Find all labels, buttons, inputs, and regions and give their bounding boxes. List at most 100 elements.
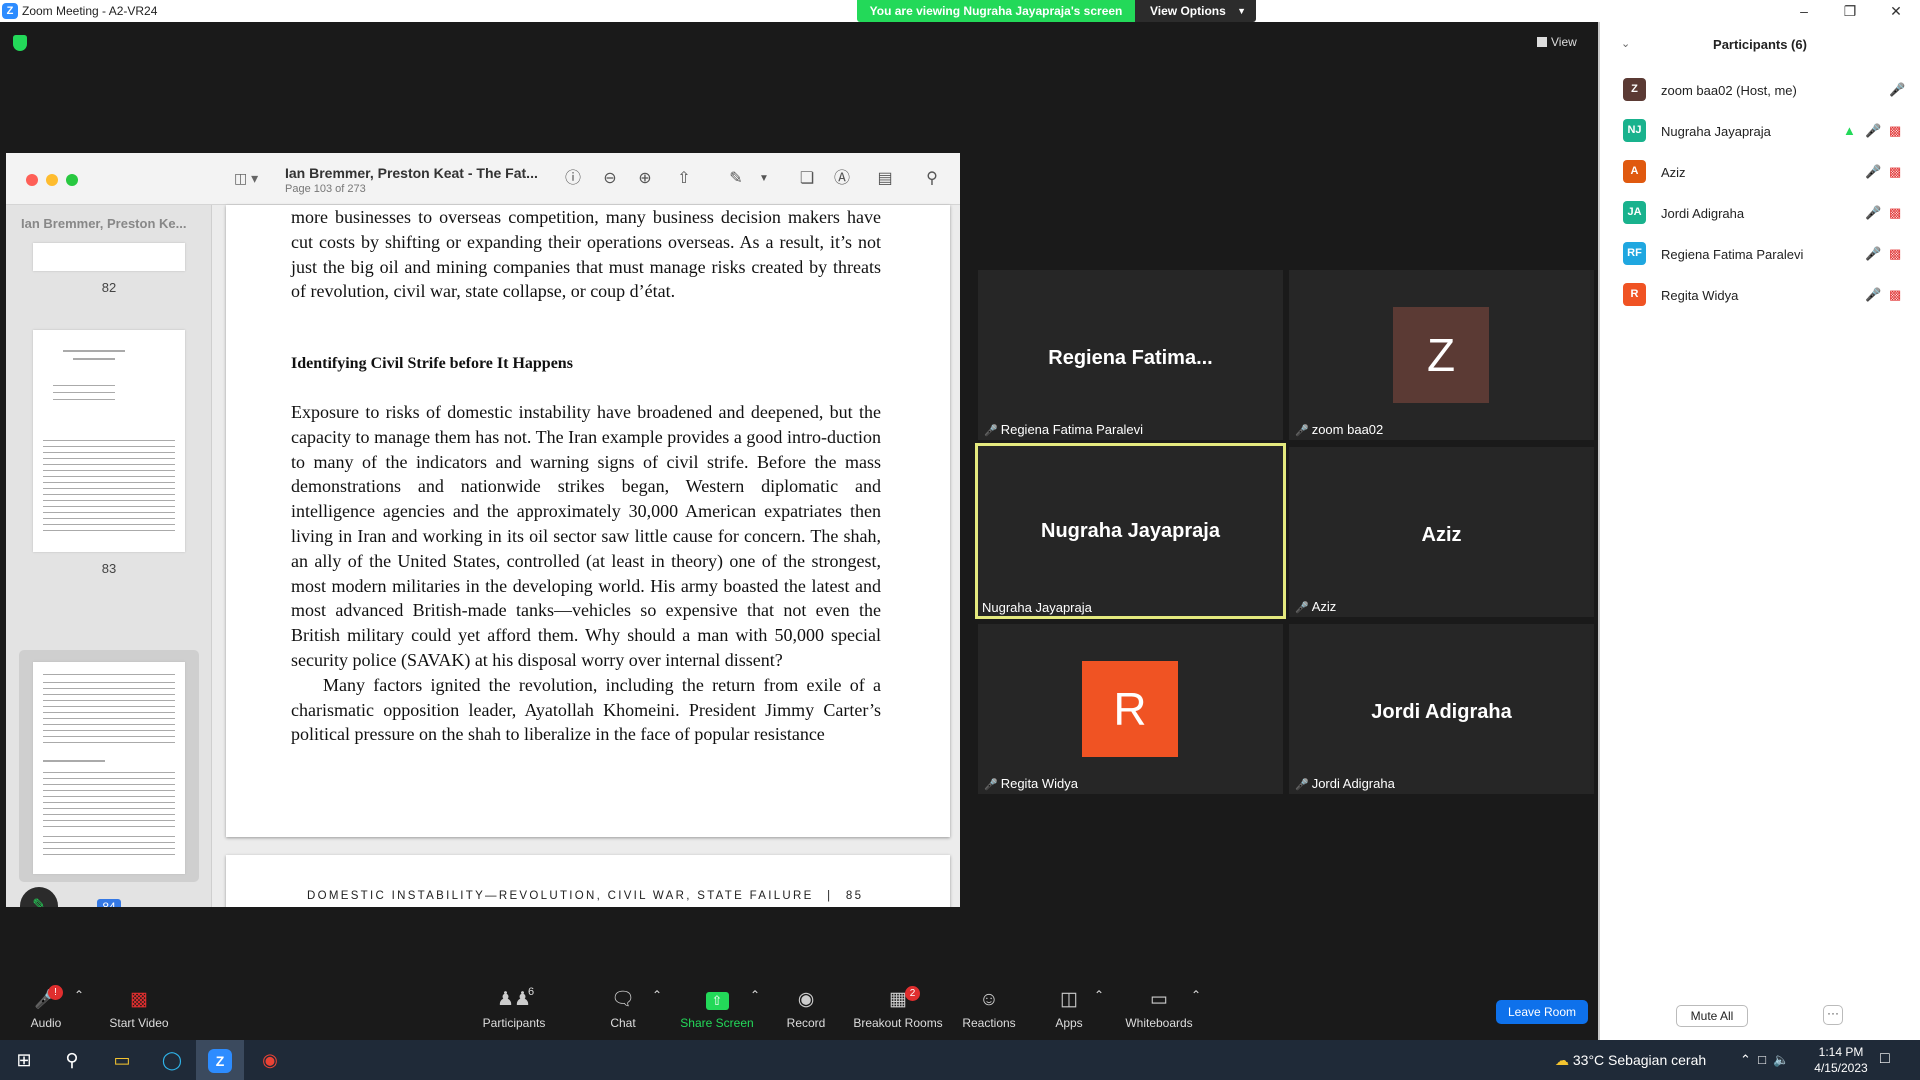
weather-text: 33°C Sebagian cerah (1572, 1052, 1707, 1068)
notifications-icon[interactable]: □ (1880, 1050, 1890, 1068)
pdf-toolbar: ◫ ▾ Ian Bremmer, Preston Keat - The Fat.… (6, 153, 960, 205)
audio-button[interactable]: 🎤 Audio ! (26, 985, 66, 1030)
reactions-button[interactable]: ☺ Reactions (961, 988, 1017, 1030)
clock-date: 4/15/2023 (1814, 1061, 1868, 1075)
document-title: Ian Bremmer, Preston Keat - The Fat... (285, 165, 538, 181)
participant-row[interactable]: JA Jordi Adigraha 🎤 ▩ (1600, 195, 1920, 229)
highlight-pen-icon: ✎ (729, 170, 743, 187)
participant-row[interactable]: A Aziz 🎤 ▩ (1600, 154, 1920, 188)
participant-row[interactable]: NJ Nugraha Jayapraja ▲ 🎤 ▩ (1600, 113, 1920, 147)
rotate-icon: ❏ (799, 170, 815, 187)
chat-icon: 🗨 (610, 989, 636, 1010)
participant-name: Aziz (1661, 165, 1686, 180)
video-tile[interactable]: Z 🎤 zoom baa02 (1289, 270, 1594, 440)
tile-display-name: Regiena Fatima... (1048, 347, 1213, 369)
chat-button[interactable]: 🗨 Chat (605, 988, 641, 1030)
page-thumbnail (33, 243, 185, 271)
apps-options-caret[interactable]: ⌃ (1094, 988, 1104, 1002)
clock-time: 1:14 PM (1818, 1045, 1864, 1059)
leave-room-button[interactable]: Leave Room (1496, 1000, 1588, 1024)
search-icon[interactable]: ⚲ (48, 1040, 96, 1080)
tile-name-label: 🎤 Regiena Fatima Paralevi (984, 422, 1144, 437)
windows-taskbar: ⊞ ⚲ ▭ ◯ Z ◉ ☁ 33°C Sebagian cerah ⌃ □ 🔈 … (0, 1040, 1920, 1080)
video-off-icon[interactable]: ▩ (1889, 164, 1901, 180)
tile-display-name: Aziz (1421, 524, 1462, 546)
participant-row[interactable]: RF Regiena Fatima Paralevi 🎤 ▩ (1600, 236, 1920, 270)
taskbar-clock[interactable]: 1:14 PM 4/15/2023 (1806, 1044, 1876, 1076)
mic-muted-icon[interactable]: 🎤 (1865, 246, 1881, 262)
mic-muted-icon[interactable]: 🎤 (1865, 287, 1881, 303)
participant-row[interactable]: R Regita Widya 🎤 ▩ (1600, 277, 1920, 311)
breakout-rooms-label: Breakout Rooms (853, 1016, 943, 1030)
share-options-caret[interactable]: ⌃ (750, 988, 760, 1002)
avatar: NJ (1623, 119, 1646, 142)
zoom-taskbar-icon[interactable]: Z (196, 1040, 244, 1080)
video-tile[interactable]: Jordi Adigraha 🎤 Jordi Adigraha (1289, 624, 1594, 794)
file-explorer-icon[interactable]: ▭ (98, 1040, 146, 1080)
audio-options-caret[interactable]: ⌃ (74, 988, 84, 1002)
page-paragraph: more businesses to overseas competition,… (291, 207, 881, 302)
participant-name: Jordi Adigraha (1661, 206, 1745, 221)
mic-muted-icon[interactable]: 🎤 (1865, 205, 1881, 221)
participants-button[interactable]: ♟♟ Participants 6 (478, 986, 550, 1030)
shared-screen[interactable]: ◫ ▾ Ian Bremmer, Preston Keat - The Fat.… (6, 153, 960, 907)
video-off-icon[interactable]: ▩ (1889, 205, 1901, 221)
tile-name-label: 🎤 Aziz (1295, 599, 1337, 614)
mic-muted-icon[interactable]: 🎤 (1865, 164, 1881, 180)
view-button-label: View (1551, 35, 1577, 49)
share-screen-button[interactable]: ⇧ Share Screen (679, 988, 755, 1030)
minimize-icon[interactable]: – (1781, 1, 1827, 21)
start-video-button[interactable]: ▩ Start Video (104, 988, 174, 1030)
weather-icon: ☁ (1555, 1052, 1569, 1068)
video-off-icon[interactable]: ▩ (1889, 287, 1901, 303)
system-tray[interactable]: ⌃ □ 🔈 (1740, 1052, 1789, 1068)
video-off-icon[interactable]: ▩ (1889, 246, 1901, 262)
video-off-icon[interactable]: ▩ (1889, 123, 1901, 139)
video-tile[interactable]: R 🎤 Regita Widya (978, 624, 1283, 794)
more-options-button[interactable]: ··· (1823, 1005, 1843, 1025)
avatar: RF (1623, 242, 1646, 265)
audio-label: Audio (30, 1016, 62, 1030)
thumbnail-page-number: 83 (101, 561, 117, 576)
view-layout-button[interactable]: View (1537, 32, 1577, 52)
share-screen-icon: ⇧ (679, 988, 755, 1012)
participants-panel-title: Participants (6) (1713, 37, 1807, 52)
participant-row[interactable]: Z zoom baa02 (Host, me) 🎤 (1600, 72, 1920, 106)
windows-start-icon[interactable]: ⊞ (0, 1040, 48, 1080)
record-button[interactable]: ◉ Record (784, 988, 828, 1030)
whiteboards-options-caret[interactable]: ⌃ (1191, 988, 1201, 1002)
mic-muted-icon: 🎤 (984, 425, 998, 437)
chrome-icon[interactable]: ◉ (246, 1040, 294, 1080)
tile-name-label: 🎤 Regita Widya (984, 776, 1079, 791)
form-fill-icon: ▤ (877, 170, 893, 187)
info-icon: ⓘ (564, 170, 581, 187)
page-paragraph: Exposure to risks of domestic instabilit… (291, 401, 881, 670)
mute-all-button[interactable]: Mute All (1676, 1005, 1748, 1027)
participants-icon: ♟♟ (496, 989, 532, 1010)
thumbnail-page-number: 82 (101, 280, 117, 295)
video-tile[interactable]: Regiena Fatima... 🎤 Regiena Fatima Parale… (978, 270, 1283, 440)
running-head-page: 85 (845, 890, 864, 902)
restore-icon[interactable]: ❐ (1827, 1, 1873, 21)
chat-options-caret[interactable]: ⌃ (652, 988, 662, 1002)
tile-display-name: Jordi Adigraha (1371, 701, 1512, 723)
edge-browser-icon[interactable]: ◯ (148, 1040, 196, 1080)
page-paragraph: Many factors ignited the revolution, inc… (291, 674, 881, 745)
mic-muted-icon[interactable]: 🎤 (1889, 82, 1905, 98)
chat-label: Chat (610, 1016, 636, 1030)
mic-icon[interactable]: 🎤 (1865, 123, 1881, 139)
viewing-screen-banner: You are viewing Nugraha Jayapraja's scre… (857, 0, 1135, 22)
minimize-traffic-light (46, 174, 58, 186)
video-tile[interactable]: Aziz 🎤 Aziz (1289, 447, 1594, 617)
encryption-shield-icon[interactable] (13, 35, 27, 51)
weather-widget[interactable]: ☁ 33°C Sebagian cerah (1555, 1052, 1706, 1069)
reactions-icon: ☺ (979, 989, 999, 1010)
video-tile-active-speaker[interactable]: Nugraha Jayapraja Nugraha Jayapraja (975, 443, 1286, 619)
close-icon[interactable]: ✕ (1873, 1, 1919, 21)
breakout-rooms-button[interactable]: ▦ Breakout Rooms 2 (852, 986, 944, 1030)
whiteboards-button[interactable]: ▭ Whiteboards (1124, 988, 1194, 1030)
view-options-button[interactable]: View Options ▼ (1135, 0, 1256, 22)
view-options-label: View Options (1150, 4, 1226, 18)
tile-display-name: Nugraha Jayapraja (1041, 520, 1220, 542)
apps-button[interactable]: ◫ Apps (1053, 988, 1085, 1030)
